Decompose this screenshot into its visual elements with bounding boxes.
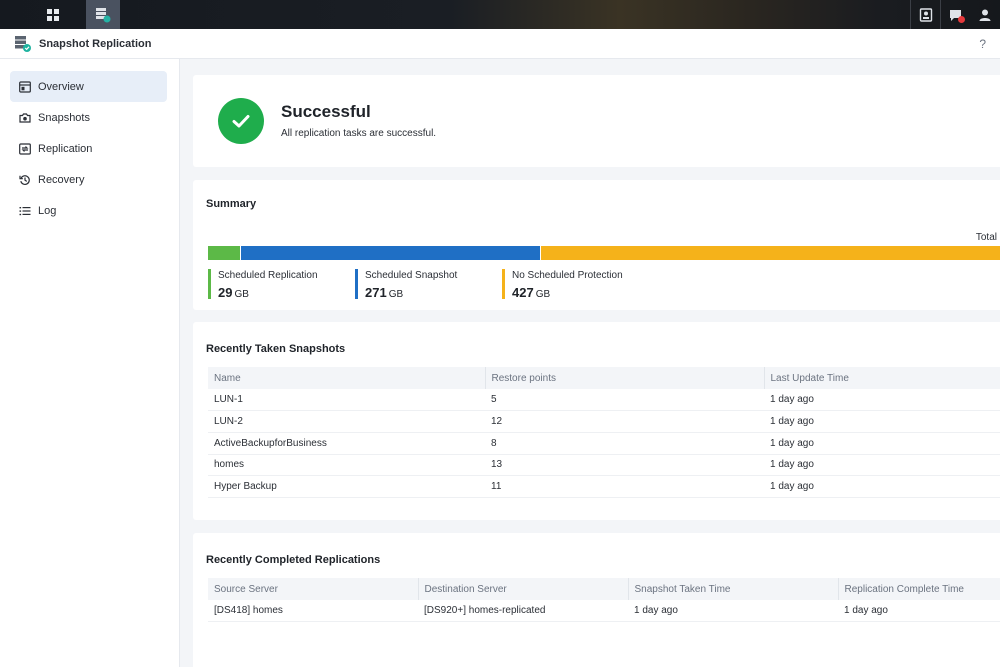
cell-replication-complete-time: 1 day ago: [838, 600, 1000, 623]
table-header-row: Name Restore points Last Update Time: [208, 367, 1000, 389]
column-header-replication-complete-time[interactable]: Replication Complete Time: [837, 578, 1000, 600]
sidebar-item-label: Snapshots: [38, 111, 90, 124]
column-header-source-server[interactable]: Source Server: [208, 578, 418, 600]
user-menu-button[interactable]: [970, 0, 1000, 29]
widgets-button[interactable]: [910, 0, 940, 29]
column-header-restore-points[interactable]: Restore points: [484, 367, 764, 389]
sidebar-item-label: Recovery: [38, 173, 85, 186]
column-header-name[interactable]: Name: [208, 367, 485, 389]
recent-snapshots-card: Recently Taken Snapshots Name Restore po…: [193, 322, 1000, 520]
success-check-icon: [218, 98, 264, 144]
bar-segment-scheduled-snapshot: [241, 246, 541, 260]
replications-table: Source Server Destination Server Snapsho…: [208, 578, 1000, 623]
sidebar-item-label: Log: [38, 204, 57, 217]
sidebar-item-recovery[interactable]: Recovery: [10, 164, 167, 195]
bar-segment-scheduled-replication: [208, 246, 241, 260]
cell-restore-points: 8: [485, 432, 764, 455]
grid-icon: [47, 8, 59, 21]
main-content: Successful All replication tasks are suc…: [193, 59, 1000, 667]
status-card: Successful All replication tasks are suc…: [193, 75, 1000, 167]
legend-unit: GB: [388, 289, 404, 300]
cell-name: ActiveBackupforBusiness: [208, 432, 485, 455]
camera-icon: [19, 112, 31, 123]
window-title: Snapshot Replication: [39, 37, 152, 50]
legend-name: Scheduled Replication: [218, 270, 318, 281]
table-row[interactable]: LUN-2 12 1 day ago: [208, 410, 1000, 433]
column-header-destination-server[interactable]: Destination Server: [417, 578, 628, 600]
snapshot-replication-icon: [96, 7, 111, 22]
legend-scheduled-snapshot: Scheduled Snapshot 271 GB: [355, 269, 458, 300]
legend-name: No Scheduled Protection: [512, 270, 623, 281]
notification-badge: [958, 16, 965, 23]
snapshot-replication-taskbar-button[interactable]: [86, 0, 120, 29]
table-row[interactable]: homes 13 1 day ago: [208, 454, 1000, 477]
cell-name: LUN-1: [208, 389, 485, 412]
table-row[interactable]: [DS418] homes [DS920+] homes-replicated …: [208, 600, 1000, 623]
main-menu-button[interactable]: [38, 0, 68, 29]
legend-no-scheduled-protection: No Scheduled Protection 427 GB: [502, 269, 623, 300]
legend-name: Scheduled Snapshot: [365, 270, 458, 281]
sidebar: Overview Snapshots Replication Recovery: [0, 59, 180, 667]
cell-last-update: 1 day ago: [764, 410, 1000, 433]
cell-last-update: 1 day ago: [764, 432, 1000, 455]
table-header-row: Source Server Destination Server Snapsho…: [208, 578, 1000, 600]
storage-usage-bar: [208, 246, 1000, 260]
snapshots-table: Name Restore points Last Update Time LUN…: [208, 367, 1000, 498]
table-row[interactable]: Hyper Backup 11 1 day ago: [208, 475, 1000, 498]
column-header-last-update-time[interactable]: Last Update Time: [763, 367, 1000, 389]
total-label: Total: [975, 232, 997, 243]
recovery-icon: [19, 174, 30, 185]
status-title: Successful: [281, 102, 371, 121]
cell-restore-points: 5: [485, 389, 764, 412]
sidebar-item-overview[interactable]: Overview: [10, 71, 167, 102]
widgets-icon: [919, 7, 932, 22]
cell-last-update: 1 day ago: [764, 389, 1000, 412]
app-window: Snapshot Replication ? Overview Snapshot…: [0, 29, 1000, 667]
cell-snapshot-taken-time: 1 day ago: [628, 600, 838, 623]
recent-replications-title: Recently Completed Replications: [206, 554, 381, 566]
legend-value: 29: [218, 285, 233, 300]
legend-unit: GB: [535, 289, 551, 300]
cell-source-server: [DS418] homes: [208, 600, 418, 623]
sidebar-item-snapshots[interactable]: Snapshots: [10, 102, 167, 133]
cell-name: Hyper Backup: [208, 475, 485, 498]
sidebar-item-replication[interactable]: Replication: [10, 133, 167, 164]
legend-unit: GB: [234, 289, 249, 300]
overview-icon: [19, 80, 31, 93]
cell-restore-points: 12: [485, 410, 764, 433]
column-header-snapshot-taken-time[interactable]: Snapshot Taken Time: [627, 578, 838, 600]
sidebar-item-label: Replication: [38, 142, 93, 155]
cell-last-update: 1 day ago: [764, 454, 1000, 477]
cell-name: homes: [208, 454, 485, 477]
summary-title: Summary: [206, 198, 257, 210]
recent-snapshots-title: Recently Taken Snapshots: [206, 343, 346, 355]
cell-restore-points: 11: [485, 475, 764, 498]
legend-value: 271: [365, 285, 387, 300]
status-subtitle: All replication tasks are successful.: [281, 128, 437, 139]
app-logo-icon: [14, 35, 32, 53]
taskbar: [0, 0, 1000, 29]
cell-restore-points: 13: [485, 454, 764, 477]
summary-card: Summary Total Scheduled Replication 29 GB…: [193, 180, 1000, 310]
bar-segment-no-scheduled-protection: [541, 246, 1000, 260]
table-row[interactable]: LUN-1 5 1 day ago: [208, 389, 1000, 412]
sidebar-item-log[interactable]: Log: [10, 195, 167, 226]
help-button[interactable]: ?: [979, 37, 986, 51]
notifications-button[interactable]: [940, 0, 970, 29]
cell-name: LUN-2: [208, 410, 485, 433]
user-icon: [979, 9, 991, 21]
window-titlebar: Snapshot Replication ?: [0, 29, 1000, 59]
list-icon: [19, 206, 31, 215]
legend-value: 427: [512, 285, 534, 300]
cell-destination-server: [DS920+] homes-replicated: [418, 600, 628, 623]
sidebar-item-label: Overview: [38, 80, 84, 93]
recent-replications-card: Recently Completed Replications Source S…: [193, 533, 1000, 667]
legend-scheduled-replication: Scheduled Replication 29 GB: [208, 269, 318, 300]
table-row[interactable]: ActiveBackupforBusiness 8 1 day ago: [208, 432, 1000, 455]
cell-last-update: 1 day ago: [764, 475, 1000, 498]
replication-icon: [19, 142, 31, 155]
